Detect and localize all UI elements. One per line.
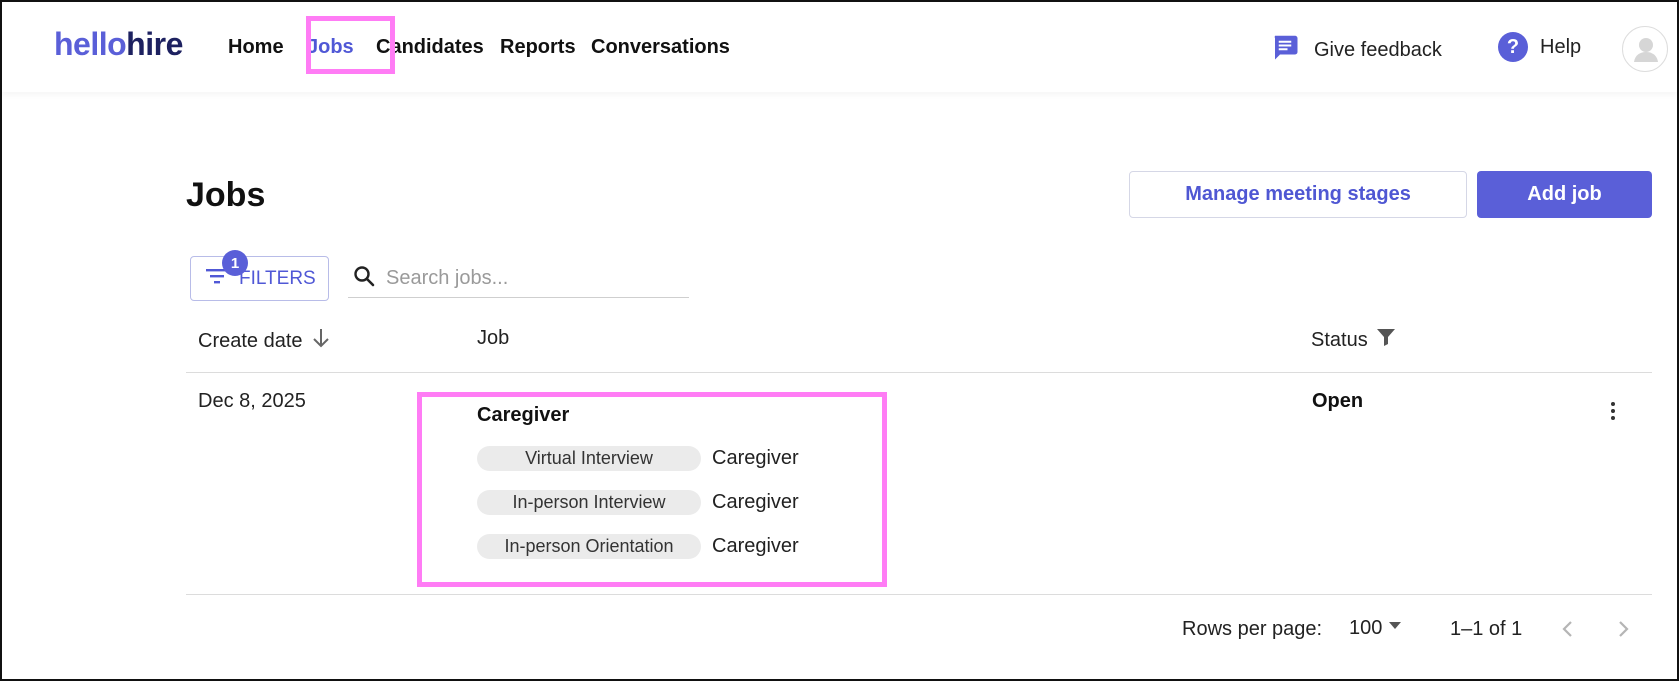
nav-reports[interactable]: Reports <box>500 36 576 59</box>
hellohire-logo[interactable]: hellohire <box>54 26 183 63</box>
column-header-job[interactable]: Job <box>477 327 509 350</box>
filters-label: FILTERS <box>239 267 316 289</box>
logo-text-part2: hire <box>126 26 183 62</box>
next-page-icon[interactable] <box>1610 616 1636 642</box>
status-header-label: Status <box>1311 328 1368 351</box>
page-title: Jobs <box>186 176 266 214</box>
create-date-header-label: Create date <box>198 329 303 352</box>
help-label: Help <box>1540 35 1582 58</box>
manage-meeting-stages-button[interactable]: Manage meeting stages <box>1129 171 1467 218</box>
rows-per-page-label: Rows per page: <box>1182 618 1323 640</box>
caret-down-icon <box>1386 616 1404 640</box>
column-header-create-date[interactable]: Create date <box>198 327 331 355</box>
search-input[interactable] <box>386 267 666 290</box>
prev-page-icon[interactable] <box>1555 616 1581 642</box>
rows-per-page-value: 100 <box>1349 616 1383 639</box>
arrow-down-icon[interactable] <box>311 327 331 355</box>
filters-button[interactable]: FILTERS <box>190 256 329 301</box>
top-nav-bar: hellohire Home Jobs Candidates Reports C… <box>2 2 1677 92</box>
funnel-filter-icon[interactable] <box>1376 327 1396 353</box>
nav-home[interactable]: Home <box>228 36 284 59</box>
rows-per-page-select[interactable]: 100 <box>1349 616 1404 640</box>
question-icon: ? <box>1498 32 1528 62</box>
filters-count-badge: 1 <box>222 250 248 276</box>
add-job-button[interactable]: Add job <box>1477 171 1652 218</box>
user-avatar-icon[interactable] <box>1622 26 1668 72</box>
give-feedback-label: Give feedback <box>1314 38 1442 61</box>
give-feedback-button[interactable]: Give feedback <box>1270 32 1442 68</box>
row-divider <box>186 594 1652 595</box>
chat-icon <box>1270 32 1300 68</box>
status-value: Open <box>1312 390 1364 412</box>
job-cell-highlight <box>417 392 887 587</box>
column-header-status[interactable]: Status <box>1311 327 1396 353</box>
header-divider <box>186 372 1652 373</box>
job-header-label: Job <box>477 327 510 349</box>
help-button[interactable]: ? Help <box>1498 32 1581 62</box>
logo-text-part1: hello <box>54 26 127 62</box>
row-create-date: Dec 8, 2025 <box>198 390 306 412</box>
more-vert-icon[interactable] <box>1603 396 1623 426</box>
jobs-nav-highlight <box>306 16 395 74</box>
search-box <box>348 260 689 298</box>
search-icon <box>352 264 376 293</box>
pagination-range: 1–1 of 1 <box>1450 618 1523 640</box>
nav-conversations[interactable]: Conversations <box>591 36 730 59</box>
